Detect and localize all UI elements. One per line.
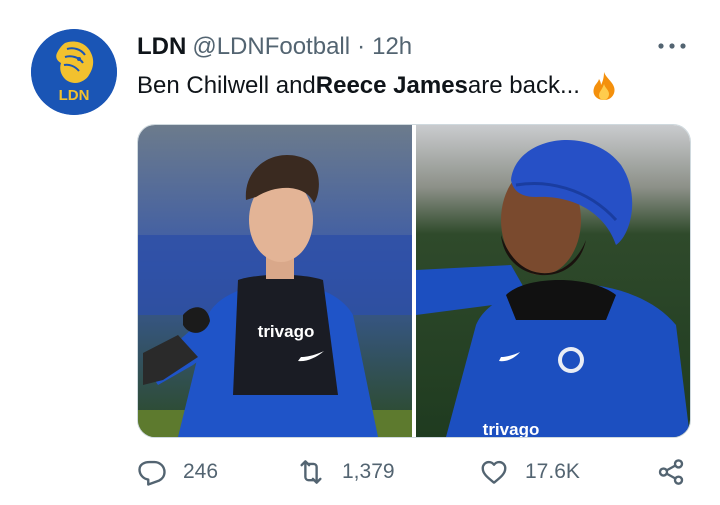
sponsor-text-left: trivago: [258, 322, 315, 341]
avatar[interactable]: LDN: [31, 29, 117, 115]
ldn-lion-logo: LDN: [31, 29, 117, 115]
tweet-actions: 246 1,379 17.6K: [0, 452, 720, 492]
retweet-button[interactable]: 1,379: [296, 452, 395, 492]
like-button[interactable]: 17.6K: [479, 452, 580, 492]
reply-button[interactable]: 246: [137, 452, 218, 492]
photo-james-image: trivago: [416, 125, 690, 437]
timestamp[interactable]: 12h: [372, 33, 412, 61]
reply-icon: [138, 460, 166, 486]
share-icon: [658, 459, 684, 485]
tweet-text-part2: are back...: [467, 72, 580, 99]
author-handle[interactable]: @LDNFootball: [192, 33, 350, 61]
retweet-count: 1,379: [342, 460, 395, 483]
tweet-text-bold: Reece James: [315, 72, 468, 99]
tweet-header: LDN @LDNFootball · 12h: [137, 32, 412, 62]
photo-james[interactable]: trivago: [416, 125, 690, 437]
tweet-text-part1: Ben Chilwell and: [137, 72, 316, 99]
sponsor-text-right: trivago: [483, 420, 540, 437]
more-button[interactable]: [655, 34, 689, 58]
avatar-text: LDN: [59, 87, 90, 104]
reply-count: 246: [183, 460, 219, 483]
photo-chilwell-image: trivago: [138, 125, 412, 437]
retweet-icon: [300, 460, 322, 484]
share-button[interactable]: [656, 452, 702, 492]
tweet-card[interactable]: LDN LDN @LDNFootball · 12h Ben Chilwell …: [0, 0, 720, 505]
separator-dot: ·: [357, 33, 366, 60]
like-icon: [481, 460, 507, 484]
fire-emoji-icon: [593, 72, 615, 100]
photo-chilwell[interactable]: trivago: [138, 125, 412, 437]
tweet-text: Ben Chilwell and Reece James are back...: [137, 70, 620, 102]
tweet-media[interactable]: trivago trivago: [137, 124, 691, 438]
like-count: 17.6K: [525, 460, 580, 483]
author-name[interactable]: LDN: [137, 33, 186, 61]
more-icon: [658, 43, 686, 49]
